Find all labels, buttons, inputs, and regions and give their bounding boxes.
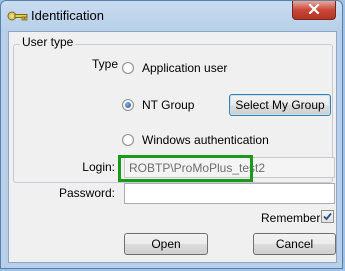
- radio-label: NT Group: [142, 98, 195, 112]
- radio-button-selected[interactable]: [122, 99, 134, 111]
- login-highlight: [118, 155, 253, 182]
- type-label: Type: [92, 57, 119, 71]
- radio-button[interactable]: [122, 134, 134, 146]
- password-label: Password:: [58, 186, 115, 200]
- password-field[interactable]: [124, 183, 335, 204]
- login-label: Login:: [82, 160, 115, 174]
- radio-nt-group[interactable]: NT Group: [122, 98, 194, 112]
- remember-label: Remember: [261, 211, 321, 225]
- radio-application-user[interactable]: Application user: [122, 61, 227, 75]
- radio-label: Windows authentication: [142, 133, 269, 147]
- close-button[interactable]: [292, 1, 336, 20]
- select-my-group-button[interactable]: Select My Group: [229, 94, 331, 116]
- group-title: User type: [20, 35, 76, 49]
- radio-button[interactable]: [122, 62, 134, 74]
- remember-checkbox[interactable]: [321, 210, 334, 223]
- key-icon: [7, 9, 29, 23]
- dialog-body: User type Type Application user NT Group…: [8, 31, 337, 263]
- title-bar: Identification: [1, 1, 342, 31]
- radio-label: Application user: [142, 61, 228, 75]
- radio-windows-authentication[interactable]: Windows authentication: [122, 133, 269, 147]
- open-button[interactable]: Open: [124, 233, 208, 255]
- cancel-button[interactable]: Cancel: [253, 233, 336, 255]
- identification-dialog: Identification User type Type Applicatio…: [0, 0, 343, 269]
- close-icon: [308, 3, 320, 17]
- window-title: Identification: [31, 8, 104, 23]
